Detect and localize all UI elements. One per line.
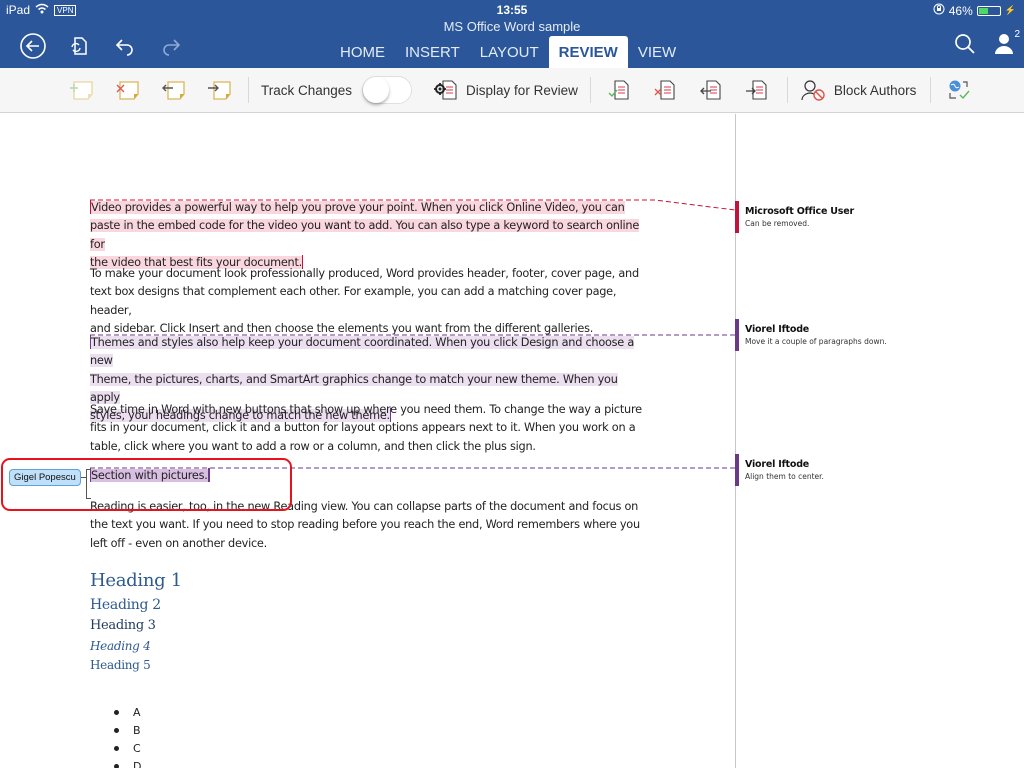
new-comment-icon xyxy=(70,81,93,100)
back-button[interactable] xyxy=(10,32,56,60)
tab-layout[interactable]: LAYOUT xyxy=(470,36,549,68)
track-changes-control: Track Changes xyxy=(255,73,413,107)
comment-text: Move it a couple of paragraphs down. xyxy=(745,337,887,346)
track-changes-toggle[interactable] xyxy=(362,76,413,104)
previous-comment-button[interactable] xyxy=(150,73,196,107)
next-change-button[interactable] xyxy=(735,73,781,107)
battery-percent: 46% xyxy=(948,3,973,18)
display-for-review-label: Display for Review xyxy=(466,82,578,98)
next-comment-icon xyxy=(208,81,231,100)
heading-4[interactable]: Heading 4 xyxy=(90,639,151,653)
undo-button[interactable] xyxy=(102,32,148,60)
list-item[interactable]: B xyxy=(114,721,141,739)
list-item[interactable]: C xyxy=(114,739,141,757)
accept-change-icon xyxy=(608,80,629,100)
update-changes-icon xyxy=(949,80,970,100)
ribbon-separator xyxy=(589,77,591,103)
battery-icon xyxy=(976,5,1001,16)
comment-text: Align them to center. xyxy=(745,472,824,481)
ribbon-tabs: HOME INSERT LAYOUT REVIEW VIEW xyxy=(330,36,686,68)
comment-3[interactable]: Viorel Iftode Align them to center. xyxy=(735,454,1015,486)
charging-icon: ⚡ xyxy=(1004,5,1016,15)
list-item[interactable]: A xyxy=(114,703,141,721)
review-ribbon: Track Changes Display for Review Block A… xyxy=(0,68,1024,113)
new-comment-button[interactable] xyxy=(58,73,104,107)
previous-comment-icon xyxy=(162,81,185,100)
tab-review[interactable]: REVIEW xyxy=(548,36,628,68)
display-for-review-button[interactable]: Display for Review xyxy=(432,73,578,107)
paragraph-tracked-1[interactable]: Video provides a powerful way to help yo… xyxy=(90,199,650,272)
rotation-lock-icon xyxy=(933,3,945,18)
back-circle-icon xyxy=(20,33,46,59)
person-icon xyxy=(995,34,1013,54)
tab-home[interactable]: HOME xyxy=(330,36,395,68)
comment-text: Can be removed. xyxy=(745,219,810,228)
ribbon-separator xyxy=(248,77,249,103)
list-item[interactable]: D xyxy=(114,757,141,768)
paragraph-2[interactable]: To make your document look professionall… xyxy=(90,265,650,338)
comment-author: Viorel Iftode xyxy=(745,324,810,335)
highlight-annotation-box xyxy=(1,458,292,511)
comment-color-bar xyxy=(735,201,739,233)
heading-3[interactable]: Heading 3 xyxy=(90,618,156,633)
previous-change-button[interactable] xyxy=(689,73,735,107)
next-comment-button[interactable] xyxy=(196,73,242,107)
ribbon-separator xyxy=(786,77,788,103)
comment-1[interactable]: Microsoft Office User Can be removed. xyxy=(735,201,1015,233)
ribbon-separator xyxy=(930,77,932,103)
share-button[interactable]: 2 xyxy=(994,29,1020,60)
tab-view[interactable]: VIEW xyxy=(628,36,686,68)
block-authors-button[interactable]: Block Authors xyxy=(794,73,917,107)
comment-author: Viorel Iftode xyxy=(745,459,810,470)
track-changes-label: Track Changes xyxy=(261,82,353,98)
redo-button[interactable] xyxy=(148,32,194,60)
block-authors-icon xyxy=(801,80,825,101)
clock: 13:55 xyxy=(496,3,528,17)
block-authors-label: Block Authors xyxy=(833,82,917,98)
comment-color-bar xyxy=(735,454,739,486)
comment-author: Microsoft Office User xyxy=(745,206,854,217)
next-change-icon xyxy=(745,80,767,100)
status-bar-right: 46% ⚡ xyxy=(933,3,1016,18)
share-count: 2 xyxy=(1014,29,1020,40)
heading-1[interactable]: Heading 1 xyxy=(90,570,182,591)
bullet-list: A B C D xyxy=(114,703,141,768)
reject-change-icon xyxy=(654,80,675,100)
title-bar: iPad VPN 13:55 46% ⚡ MS Office Word samp… xyxy=(0,0,1024,68)
redo-icon xyxy=(163,39,181,56)
comment-2[interactable]: Viorel Iftode Move it a couple of paragr… xyxy=(735,319,1015,351)
reject-change-button[interactable] xyxy=(643,73,689,107)
accept-change-button[interactable] xyxy=(597,73,643,107)
delete-comment-icon xyxy=(116,81,139,100)
undo-icon xyxy=(115,39,133,56)
heading-2[interactable]: Heading 2 xyxy=(90,597,161,613)
previous-change-icon xyxy=(699,80,721,100)
tab-insert[interactable]: INSERT xyxy=(395,36,470,68)
search-icon xyxy=(955,34,975,54)
document-sync-button[interactable] xyxy=(56,32,102,60)
search-button[interactable] xyxy=(954,33,976,60)
paragraph-4[interactable]: Save time in Word with new buttons that … xyxy=(90,401,650,456)
heading-5[interactable]: Heading 5 xyxy=(90,658,151,672)
comment-color-bar xyxy=(735,319,739,351)
update-changes-button[interactable] xyxy=(937,73,983,107)
display-for-review-icon xyxy=(434,80,457,100)
delete-comment-button[interactable] xyxy=(104,73,150,107)
document-sync-icon xyxy=(71,37,87,55)
